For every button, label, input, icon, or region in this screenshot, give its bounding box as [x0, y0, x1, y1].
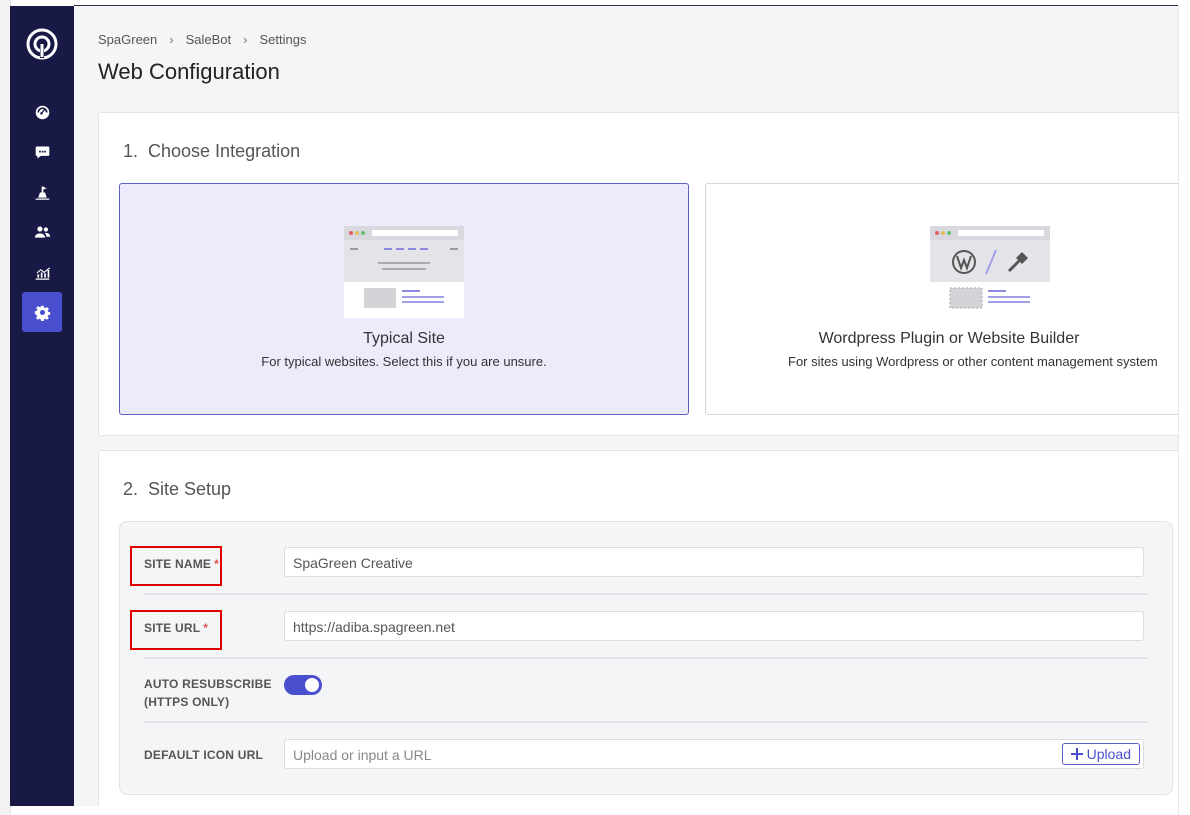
section-title: 2. Site Setup	[123, 479, 232, 499]
site-url-input[interactable]: https://adiba.spagreen.net	[284, 611, 1144, 641]
option-title: Wordpress Plugin or Website Builder	[818, 330, 1080, 347]
sidebar-item-users[interactable]	[22, 212, 62, 252]
divider	[144, 657, 1148, 659]
settings-icon	[34, 305, 50, 321]
default-icon-url-input[interactable]: Upload or input a URL Upload	[284, 739, 1144, 769]
wordpress-builder-illustration-icon	[930, 226, 1050, 318]
window-scrollbar[interactable]	[1178, 6, 1190, 815]
breadcrumb-item-settings: Settings	[259, 32, 307, 47]
site-setup-card: 2. Site Setup SITE NAME * SpaGreen Creati…	[98, 450, 1178, 806]
sidebar-item-analytics[interactable]	[22, 252, 62, 292]
required-mark: *	[203, 621, 209, 635]
upload-button[interactable]: Upload	[1061, 743, 1140, 765]
chat-icon	[35, 146, 49, 158]
sidebar-item-campaigns[interactable]	[22, 172, 62, 212]
campaign-icon	[35, 186, 49, 200]
sidebar-item-dashboard[interactable]	[22, 92, 62, 132]
choose-integration-card: 1. Choose Integration Typical Site For t…	[98, 112, 1178, 436]
analytics-icon	[35, 266, 50, 280]
input-placeholder: Upload or input a URL	[293, 747, 432, 763]
site-name-label: SITE NAME *	[144, 557, 219, 571]
option-description: For sites using Wordpress or other conte…	[788, 354, 1158, 369]
auto-resubscribe-label-line2: (HTTPS ONLY)	[144, 695, 230, 709]
app-logo-icon[interactable]	[26, 28, 58, 60]
toggle-knob	[305, 678, 319, 692]
divider	[144, 593, 1148, 595]
breadcrumb-separator: ›	[169, 32, 174, 47]
sidebar-item-chat[interactable]	[22, 132, 62, 172]
auto-resubscribe-label: AUTO RESUBSCRIBE (HTTPS ONLY)	[144, 675, 272, 711]
upload-button-label: Upload	[1086, 746, 1131, 762]
breadcrumb-separator: ›	[243, 32, 248, 47]
sidebar-item-settings[interactable]	[22, 292, 62, 332]
users-icon	[34, 226, 50, 238]
page-title: Web Configuration	[98, 59, 280, 84]
option-description: For typical websites. Select this if you…	[261, 354, 547, 369]
required-mark: *	[214, 557, 220, 571]
option-title: Typical Site	[363, 330, 445, 347]
site-url-label: SITE URL *	[144, 621, 208, 635]
site-setup-form: SITE NAME * SpaGreen Creative SITE URL * h…	[119, 521, 1173, 795]
option-wordpress-plugin[interactable]: Wordpress Plugin or Website Builder For …	[705, 183, 1178, 415]
site-name-input[interactable]: SpaGreen Creative	[284, 547, 1144, 577]
plus-icon	[1070, 748, 1083, 760]
auto-resubscribe-toggle[interactable]	[284, 675, 322, 695]
dashboard-icon	[35, 105, 49, 119]
divider	[144, 721, 1148, 723]
main-content: SpaGreen › SaleBot › Settings Web Config…	[74, 6, 1178, 806]
option-typical-site[interactable]: Typical Site For typical websites. Selec…	[119, 183, 689, 415]
breadcrumb-item-salebot[interactable]: SaleBot	[186, 32, 232, 47]
breadcrumb-item-spagreen[interactable]: SpaGreen	[98, 32, 157, 47]
section-title: 1. Choose Integration	[123, 141, 301, 161]
app-window: SpaGreen › SaleBot › Settings Web Config…	[0, 0, 1190, 815]
sidebar	[10, 6, 74, 806]
typical-site-illustration-icon	[344, 226, 464, 318]
breadcrumb: SpaGreen › SaleBot › Settings	[98, 32, 306, 47]
default-icon-url-label: DEFAULT ICON URL	[144, 748, 263, 762]
auto-resubscribe-label-line1: AUTO RESUBSCRIBE	[144, 677, 272, 691]
site-url-label-text: SITE URL	[144, 621, 201, 635]
site-name-label-text: SITE NAME	[144, 557, 212, 571]
